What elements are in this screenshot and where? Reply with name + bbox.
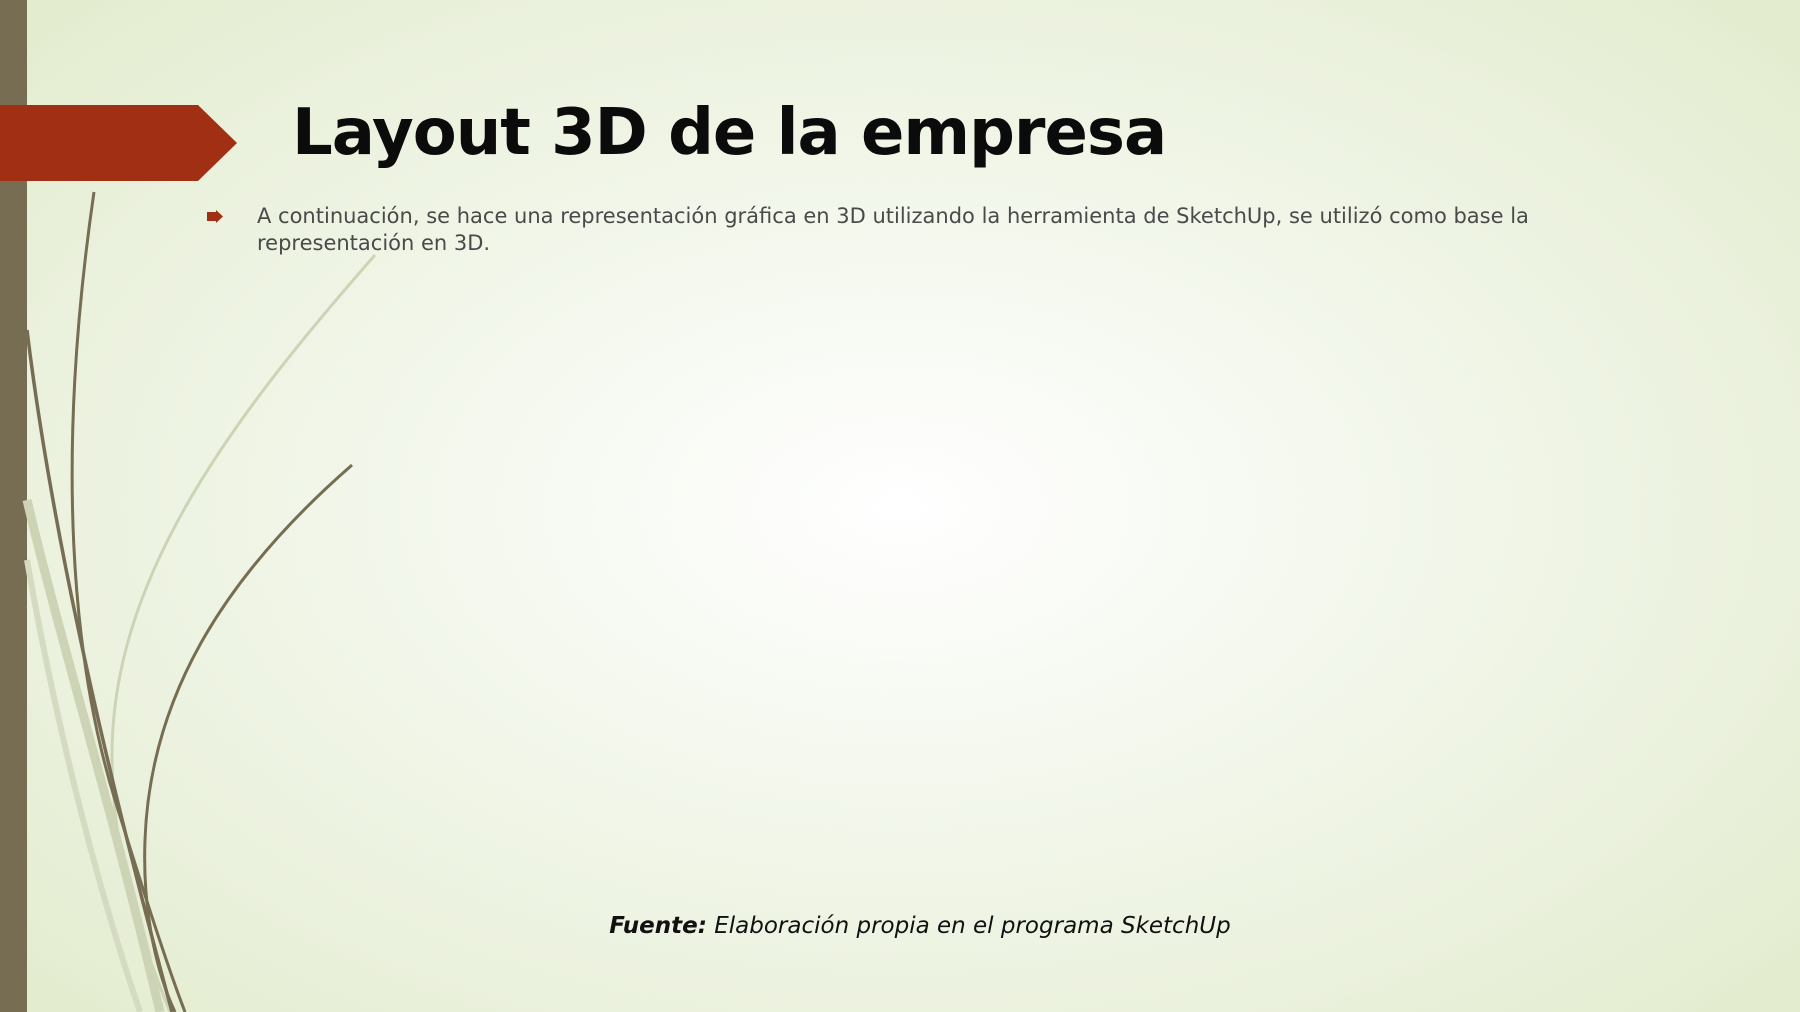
source-text: Elaboración propia en el programa Sketch… <box>714 913 1231 939</box>
title-arrow-banner <box>0 105 237 181</box>
light-curve-3 <box>24 559 143 1012</box>
bullet-item: A continuación, se hace una representaci… <box>205 203 1605 257</box>
source-label: Fuente: <box>609 913 707 939</box>
light-curve-1 <box>110 254 377 1012</box>
arrow-bullet-icon <box>207 210 223 223</box>
bullet-list: A continuación, se hace una representaci… <box>205 203 1605 257</box>
slide-title: Layout 3D de la empresa <box>292 96 1167 170</box>
bullet-text: A continuación, se hace una representaci… <box>257 204 1529 255</box>
source-caption: Fuente: Elaboración propia en el program… <box>0 913 1800 939</box>
slide: Layout 3D de la empresa A continuación, … <box>0 0 1800 1012</box>
